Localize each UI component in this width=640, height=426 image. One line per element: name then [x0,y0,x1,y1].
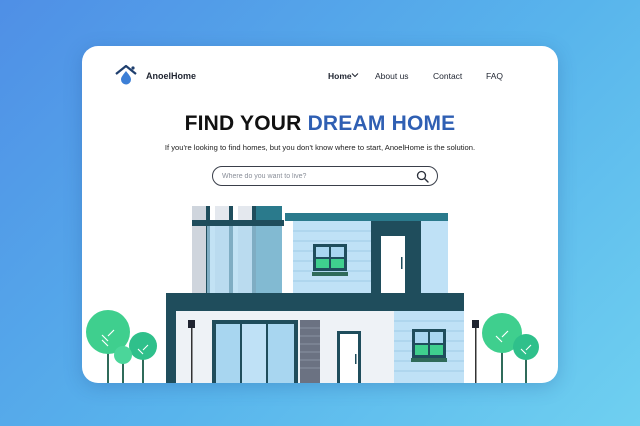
lamp-right [472,320,479,383]
hero-title: FIND YOUR DREAM HOME [82,112,558,136]
hero-title-main: FIND YOUR [184,112,308,135]
nav-item-contact[interactable]: Contact [433,71,462,81]
hero-subtitle: If you're looking to find homes, but you… [164,143,476,152]
nav-item-faq[interactable]: FAQ [486,71,503,81]
nav-item-about-us[interactable]: About us [375,71,409,81]
tree-left-tiny [114,346,132,383]
chevron-down-icon[interactable] [350,70,360,80]
nav-item-home[interactable]: Home [328,71,352,81]
search-input[interactable] [222,170,412,183]
house-slats [192,206,284,293]
logo-icon[interactable] [114,64,138,86]
tree-left-small [129,332,157,383]
house-upper-block [285,213,448,293]
search-icon[interactable] [416,170,429,183]
house-illustration [86,206,539,383]
landing-card: AnoelHome Home About us Contact FAQ FIND… [82,46,558,383]
hero-title-accent: DREAM HOME [307,112,456,135]
top-navigation: AnoelHome Home About us Contact FAQ [82,46,558,108]
brand-name[interactable]: AnoelHome [146,71,196,81]
tree-right-small [513,334,539,383]
search-bar [212,166,438,186]
house-ground-floor [166,293,464,383]
